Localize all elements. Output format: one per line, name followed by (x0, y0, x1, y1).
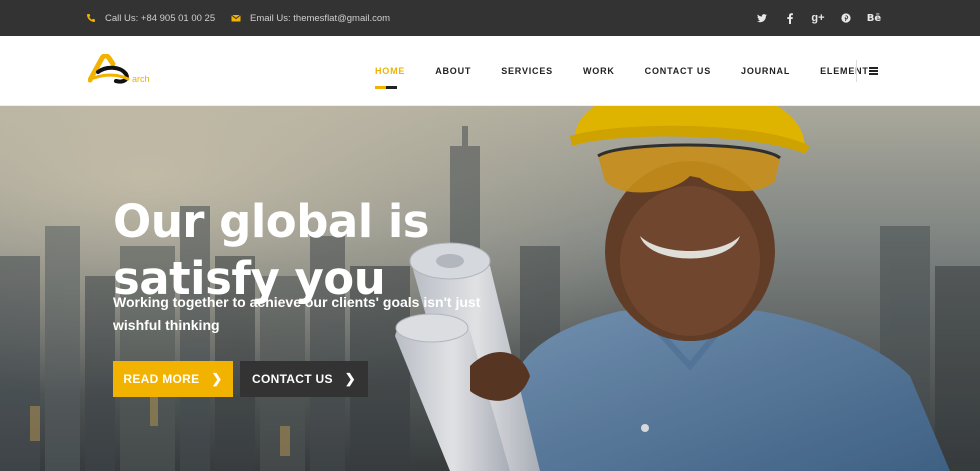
hero-subtitle: Working together to achieve our clients'… (113, 294, 481, 333)
pinterest-icon[interactable] (832, 0, 860, 36)
contact-us-label: CONTACT US (252, 372, 333, 386)
active-underline (375, 86, 397, 89)
read-more-button[interactable]: READ MORE ❯ (113, 361, 233, 397)
nav-item-contact-us[interactable]: CONTACT US (645, 36, 711, 106)
hamburger-menu-icon[interactable] (869, 67, 878, 75)
main-nav: HOME ABOUT SERVICES WORK CONTACT US JOUR… (360, 36, 869, 106)
email-contact: Email Us: themesflat@gmail.com (231, 0, 390, 36)
hero-title: Our global is satisfy you (113, 195, 430, 305)
read-more-label: READ MORE (123, 372, 200, 386)
main-header: arch HOME ABOUT SERVICES WORK CONTACT US… (0, 36, 980, 106)
nav-item-label: CONTACT US (644, 66, 712, 76)
twitter-icon[interactable] (748, 0, 776, 36)
nav-item-label: ELEMENT (820, 66, 869, 76)
facebook-icon[interactable] (776, 0, 804, 36)
top-bar: Call Us: +84 905 01 00 25 Email Us: them… (0, 0, 980, 36)
google-plus-icon[interactable]: g+ (804, 0, 832, 36)
nav-divider (856, 60, 857, 82)
nav-item-element[interactable]: ELEMENT (820, 36, 869, 106)
contact-us-button[interactable]: CONTACT US ❯ (240, 361, 368, 397)
social-links: g+ Bē (748, 0, 888, 36)
chevron-right-icon: ❯ (211, 371, 223, 386)
logo-text: arch (132, 74, 150, 84)
nav-item-work[interactable]: WORK (583, 36, 615, 106)
chevron-right-icon: ❯ (344, 371, 356, 386)
nav-item-label: HOME (375, 66, 406, 76)
nav-item-about[interactable]: ABOUT (435, 36, 471, 106)
nav-item-home[interactable]: HOME (375, 36, 405, 106)
email-text: Email Us: themesflat@gmail.com (250, 12, 391, 24)
nav-item-journal[interactable]: JOURNAL (741, 36, 790, 106)
behance-icon[interactable]: Bē (860, 0, 888, 36)
nav-item-label: SERVICES (501, 66, 553, 76)
nav-item-label: ABOUT (435, 66, 472, 76)
phone-contact: Call Us: +84 905 01 00 25 (86, 0, 215, 36)
nav-item-services[interactable]: SERVICES (501, 36, 553, 106)
nav-item-label: JOURNAL (741, 66, 791, 76)
hero-section: Our global is satisfy you Working togeth… (0, 106, 980, 471)
phone-text: Call Us: +84 905 01 00 25 (105, 12, 216, 24)
phone-icon (87, 14, 95, 22)
envelope-icon (231, 14, 241, 22)
nav-item-label: WORK (582, 66, 615, 76)
